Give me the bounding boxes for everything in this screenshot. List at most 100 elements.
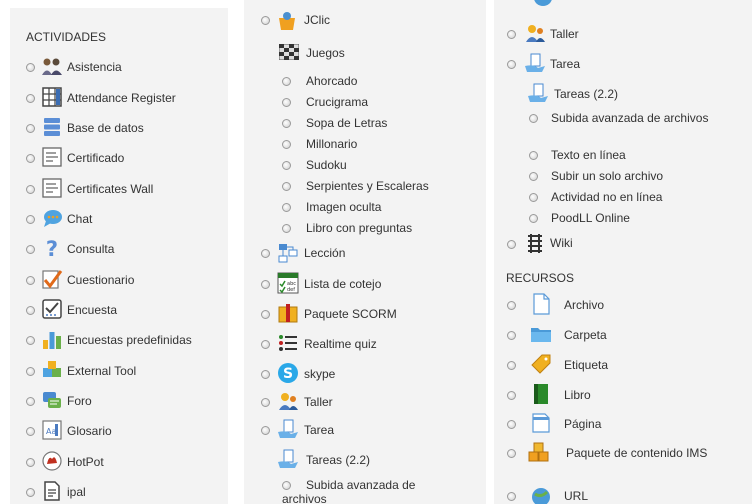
activity-option-external-tool[interactable]: External Tool	[10, 359, 228, 383]
tareas-option-poodll-online[interactable]: PoodLL Online	[494, 208, 752, 232]
activity-option-attendance-register[interactable]: Attendance Register	[10, 86, 228, 110]
page-icon	[532, 413, 550, 433]
radio-button[interactable]	[26, 63, 35, 72]
radio-button[interactable]	[261, 310, 270, 319]
radio-button[interactable]	[529, 151, 538, 160]
radio-button[interactable]	[282, 98, 291, 107]
radio-button[interactable]	[261, 249, 270, 258]
resource-option-pagina[interactable]: Página	[494, 412, 752, 436]
activity-option-cuestionario[interactable]: Cuestionario	[10, 268, 228, 292]
activity-option-tarea[interactable]: Tarea	[244, 418, 486, 442]
resource-option-etiqueta[interactable]: Etiqueta	[494, 353, 752, 377]
radio-button[interactable]	[261, 398, 270, 407]
jclic-icon	[279, 12, 295, 30]
radio-button[interactable]	[507, 301, 516, 310]
radio-button[interactable]	[282, 182, 291, 191]
resource-option-carpeta[interactable]: Carpeta	[494, 323, 752, 347]
radio-button[interactable]	[261, 16, 270, 25]
resource-label: Etiqueta	[564, 358, 609, 372]
tag-label-icon	[531, 354, 551, 374]
activity-option-realtime-quiz[interactable]: Realtime quiz	[244, 332, 486, 356]
radio-button[interactable]	[529, 214, 538, 223]
game-label: Millonario	[306, 137, 358, 151]
radio-button[interactable]	[282, 119, 291, 128]
partial-icon	[534, 0, 552, 6]
radio-button[interactable]	[26, 215, 35, 224]
activity-option-tareas-2-2[interactable]: Tareas (2.2)	[494, 82, 752, 106]
radio-button[interactable]	[507, 492, 516, 501]
resource-option-libro[interactable]: Libro	[494, 383, 752, 407]
radio-button[interactable]	[261, 426, 270, 435]
radio-button[interactable]	[507, 60, 516, 69]
activity-label: Lección	[304, 246, 346, 260]
radio-button[interactable]	[26, 427, 35, 436]
activity-option-taller[interactable]: Taller	[494, 22, 752, 46]
activity-option-chat[interactable]: Chat	[10, 207, 228, 231]
radio-button[interactable]	[26, 154, 35, 163]
radio-button[interactable]	[529, 193, 538, 202]
radio-button[interactable]	[26, 397, 35, 406]
activity-option-asistencia[interactable]: Asistencia	[10, 55, 228, 79]
assignment-hand-icon	[278, 449, 298, 468]
activity-label: Encuesta	[67, 303, 118, 317]
activity-option-certificado[interactable]: Certificado	[10, 146, 228, 170]
radio-button[interactable]	[26, 276, 35, 285]
radio-button[interactable]	[529, 172, 538, 181]
radio-button[interactable]	[26, 458, 35, 467]
radio-button[interactable]	[26, 94, 35, 103]
activity-option-taller[interactable]: Taller	[244, 390, 486, 414]
radio-button[interactable]	[507, 240, 516, 249]
activity-option-lista-de-cotejo[interactable]: abc def Lista de cotejo	[244, 272, 486, 296]
radio-button[interactable]	[282, 161, 291, 170]
radio-button[interactable]	[26, 124, 35, 133]
radio-button[interactable]	[26, 245, 35, 254]
radio-button[interactable]	[507, 361, 516, 370]
activity-option-base-de-datos[interactable]: Base de datos	[10, 116, 228, 140]
radio-button[interactable]	[26, 306, 35, 315]
radio-button[interactable]	[507, 331, 516, 340]
game-label: Imagen oculta	[306, 200, 382, 214]
workshop-people-icon	[279, 393, 298, 410]
tareas-option-subida-avanzada[interactable]: Subida avanzada de archivos	[244, 477, 486, 504]
activity-option-jclic[interactable]: JClic	[244, 10, 486, 34]
radio-button[interactable]	[26, 185, 35, 194]
activity-option-skype[interactable]: S skype	[244, 362, 486, 386]
activity-option-wiki[interactable]: Wiki	[494, 232, 752, 256]
resource-option-archivo[interactable]: Archivo	[494, 293, 752, 317]
activity-label: Tarea	[304, 423, 335, 437]
radio-button[interactable]	[261, 340, 270, 349]
radio-button[interactable]	[261, 370, 270, 379]
activity-option-paquete-scorm[interactable]: Paquete SCORM	[244, 302, 486, 326]
activities-column-2: JClic Juegos Ahorcado Crucigrama Sopa de…	[244, 0, 486, 504]
assignment-hand-icon	[525, 53, 545, 72]
radio-button[interactable]	[282, 224, 291, 233]
radio-button[interactable]	[26, 488, 35, 497]
activity-label: Realtime quiz	[304, 337, 377, 351]
activity-option-juegos[interactable]: Juegos	[244, 42, 486, 66]
activity-option-encuestas-predefinidas[interactable]: Encuestas predefinidas	[10, 328, 228, 352]
radio-button[interactable]	[26, 336, 35, 345]
activity-option-encuesta[interactable]: Encuesta	[10, 298, 228, 322]
resource-option-url[interactable]: URL	[494, 484, 752, 504]
radio-button[interactable]	[26, 367, 35, 376]
activity-option-hotpot[interactable]: HotPot	[10, 450, 228, 474]
radio-button[interactable]	[507, 391, 516, 400]
activity-option-foro[interactable]: Foro	[10, 389, 228, 413]
activity-option-consulta[interactable]: ? Consulta	[10, 237, 228, 261]
activity-option-leccion[interactable]: Lección	[244, 242, 486, 266]
activity-option-ipal[interactable]: ipal	[10, 480, 228, 504]
activity-option-tarea[interactable]: Tarea	[494, 52, 752, 76]
activity-option-glosario[interactable]: Aa Glosario	[10, 419, 228, 443]
activity-option-tareas-2-2[interactable]: Tareas (2.2)	[244, 448, 486, 472]
resource-label: Carpeta	[564, 328, 607, 342]
radio-button[interactable]	[282, 203, 291, 212]
radio-button[interactable]	[507, 420, 516, 429]
tareas-option-subida-avanzada[interactable]: Subida avanzada de archivos	[494, 110, 752, 142]
resource-option-paquete-ims[interactable]: Paquete de contenido IMS	[494, 441, 752, 475]
radio-button[interactable]	[507, 30, 516, 39]
radio-button[interactable]	[282, 77, 291, 86]
radio-button[interactable]	[282, 140, 291, 149]
activity-option-certificates-wall[interactable]: Certificates Wall	[10, 177, 228, 201]
radio-button[interactable]	[261, 280, 270, 289]
game-option-libro-con-preguntas[interactable]: Libro con preguntas	[244, 219, 486, 243]
